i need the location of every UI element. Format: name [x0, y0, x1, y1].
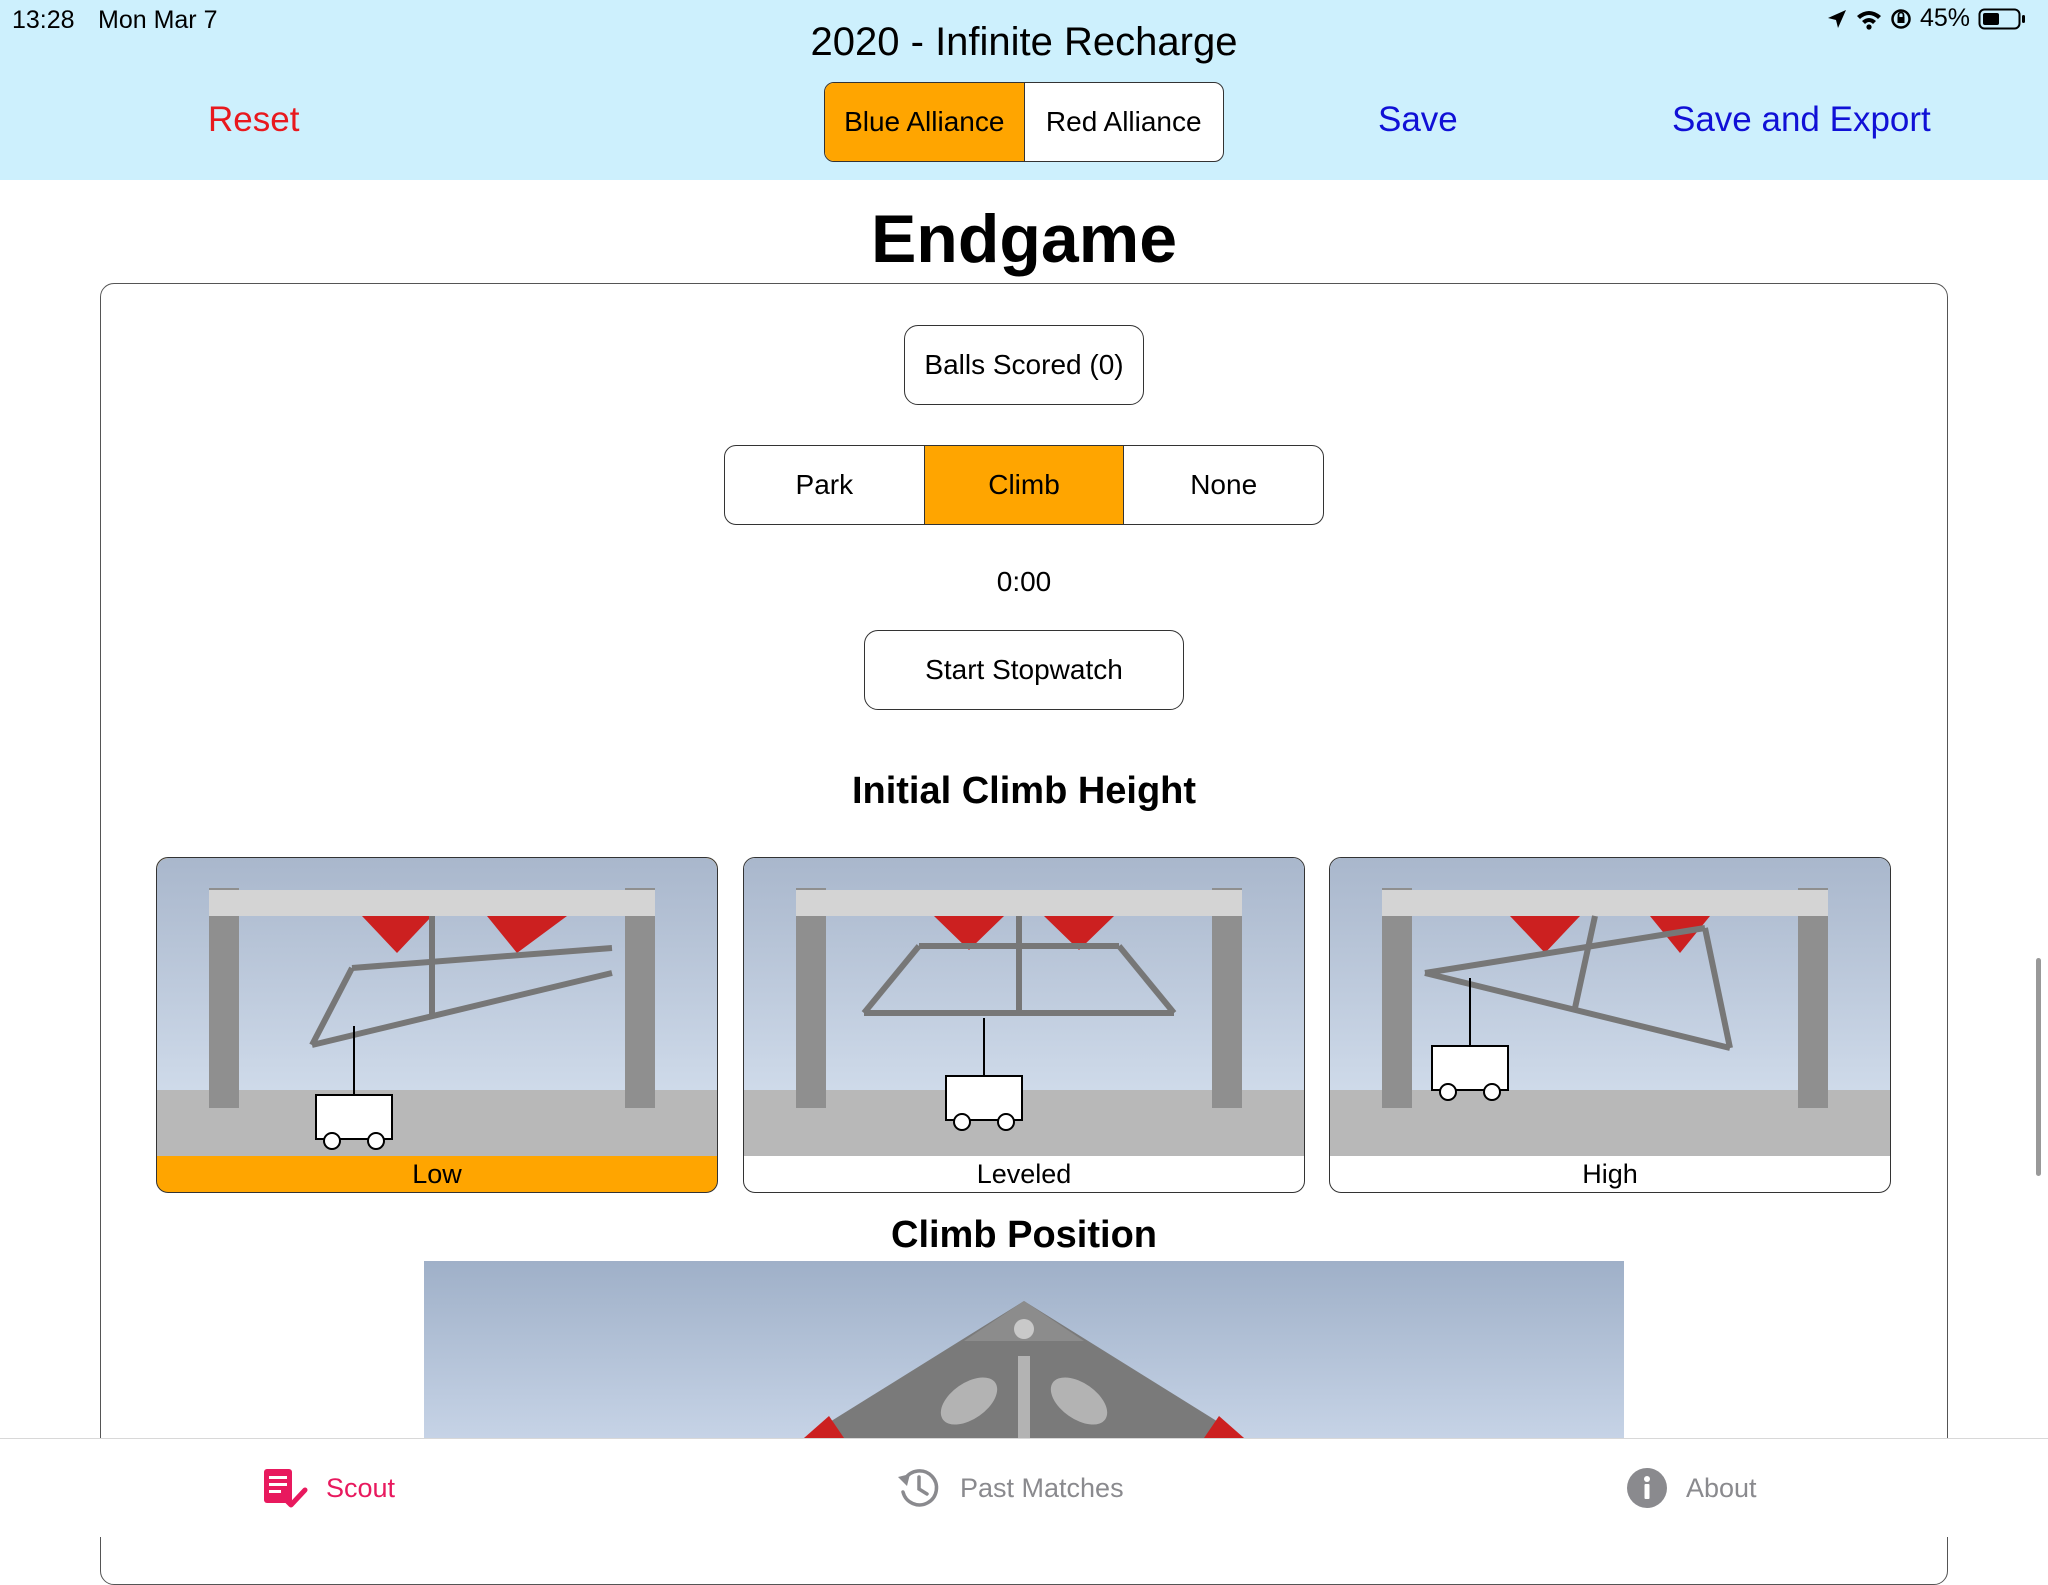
history-clock-icon	[898, 1469, 939, 1507]
page-title: Endgame	[870, 201, 1178, 277]
endgame-status-selector: Park Climb None	[724, 445, 1324, 525]
climb-height-title: Initial Climb Height	[851, 770, 1197, 812]
alliance-selector: Blue Alliance Red Alliance	[824, 82, 1224, 162]
park-segment[interactable]: Park	[725, 446, 925, 524]
climb-high-illustration	[1330, 858, 1890, 1156]
app-title: 2020 - Infinite Recharge	[810, 20, 1238, 64]
bottom-tab-bar: Scout Past Matches About	[0, 1438, 2048, 1537]
start-stopwatch-button[interactable]: Start Stopwatch	[864, 630, 1184, 710]
generator-switch-illustration	[424, 1261, 1624, 1438]
climb-height-high-option[interactable]: High	[1329, 857, 1891, 1193]
tab-scout[interactable]: Scout	[260, 1439, 395, 1537]
info-circle-icon	[1627, 1468, 1667, 1508]
balls-scored-button[interactable]: Balls Scored (0)	[904, 325, 1144, 405]
climb-height-low-label: Low	[412, 1159, 462, 1189]
climb-height-leveled-label: Leveled	[976, 1159, 1072, 1189]
stopwatch-timer: 0:00	[996, 566, 1052, 597]
climb-height-low-option[interactable]: Low	[156, 857, 718, 1193]
tab-about-label: About	[1686, 1472, 1757, 1503]
tab-scout-label: Scout	[326, 1472, 396, 1503]
climb-height-high-label: High	[1582, 1159, 1638, 1189]
red-alliance-segment[interactable]: Red Alliance	[1025, 83, 1224, 161]
climb-position-field-image[interactable]	[424, 1261, 1624, 1438]
tab-about[interactable]: About	[1626, 1439, 1757, 1537]
blue-alliance-segment[interactable]: Blue Alliance	[825, 83, 1025, 161]
reset-button[interactable]: Reset	[208, 100, 299, 140]
climb-segment[interactable]: Climb	[924, 446, 1125, 524]
climb-leveled-illustration	[744, 858, 1304, 1156]
tab-past-matches-label: Past Matches	[960, 1472, 1124, 1503]
climb-low-illustration	[157, 858, 717, 1156]
climb-position-title: Climb Position	[891, 1214, 1157, 1256]
tab-past-matches[interactable]: Past Matches	[896, 1439, 1124, 1537]
save-and-export-button[interactable]: Save and Export	[1672, 100, 1931, 140]
top-header: 13:28 Mon Mar 7 45% 2020 - Infinite Rech…	[0, 0, 2048, 180]
climb-height-leveled-option[interactable]: Leveled	[743, 857, 1305, 1193]
save-button[interactable]: Save	[1378, 100, 1458, 140]
checklist-icon	[264, 1469, 308, 1508]
vertical-scrollbar[interactable]	[2036, 958, 2041, 1176]
none-segment[interactable]: None	[1124, 446, 1323, 524]
